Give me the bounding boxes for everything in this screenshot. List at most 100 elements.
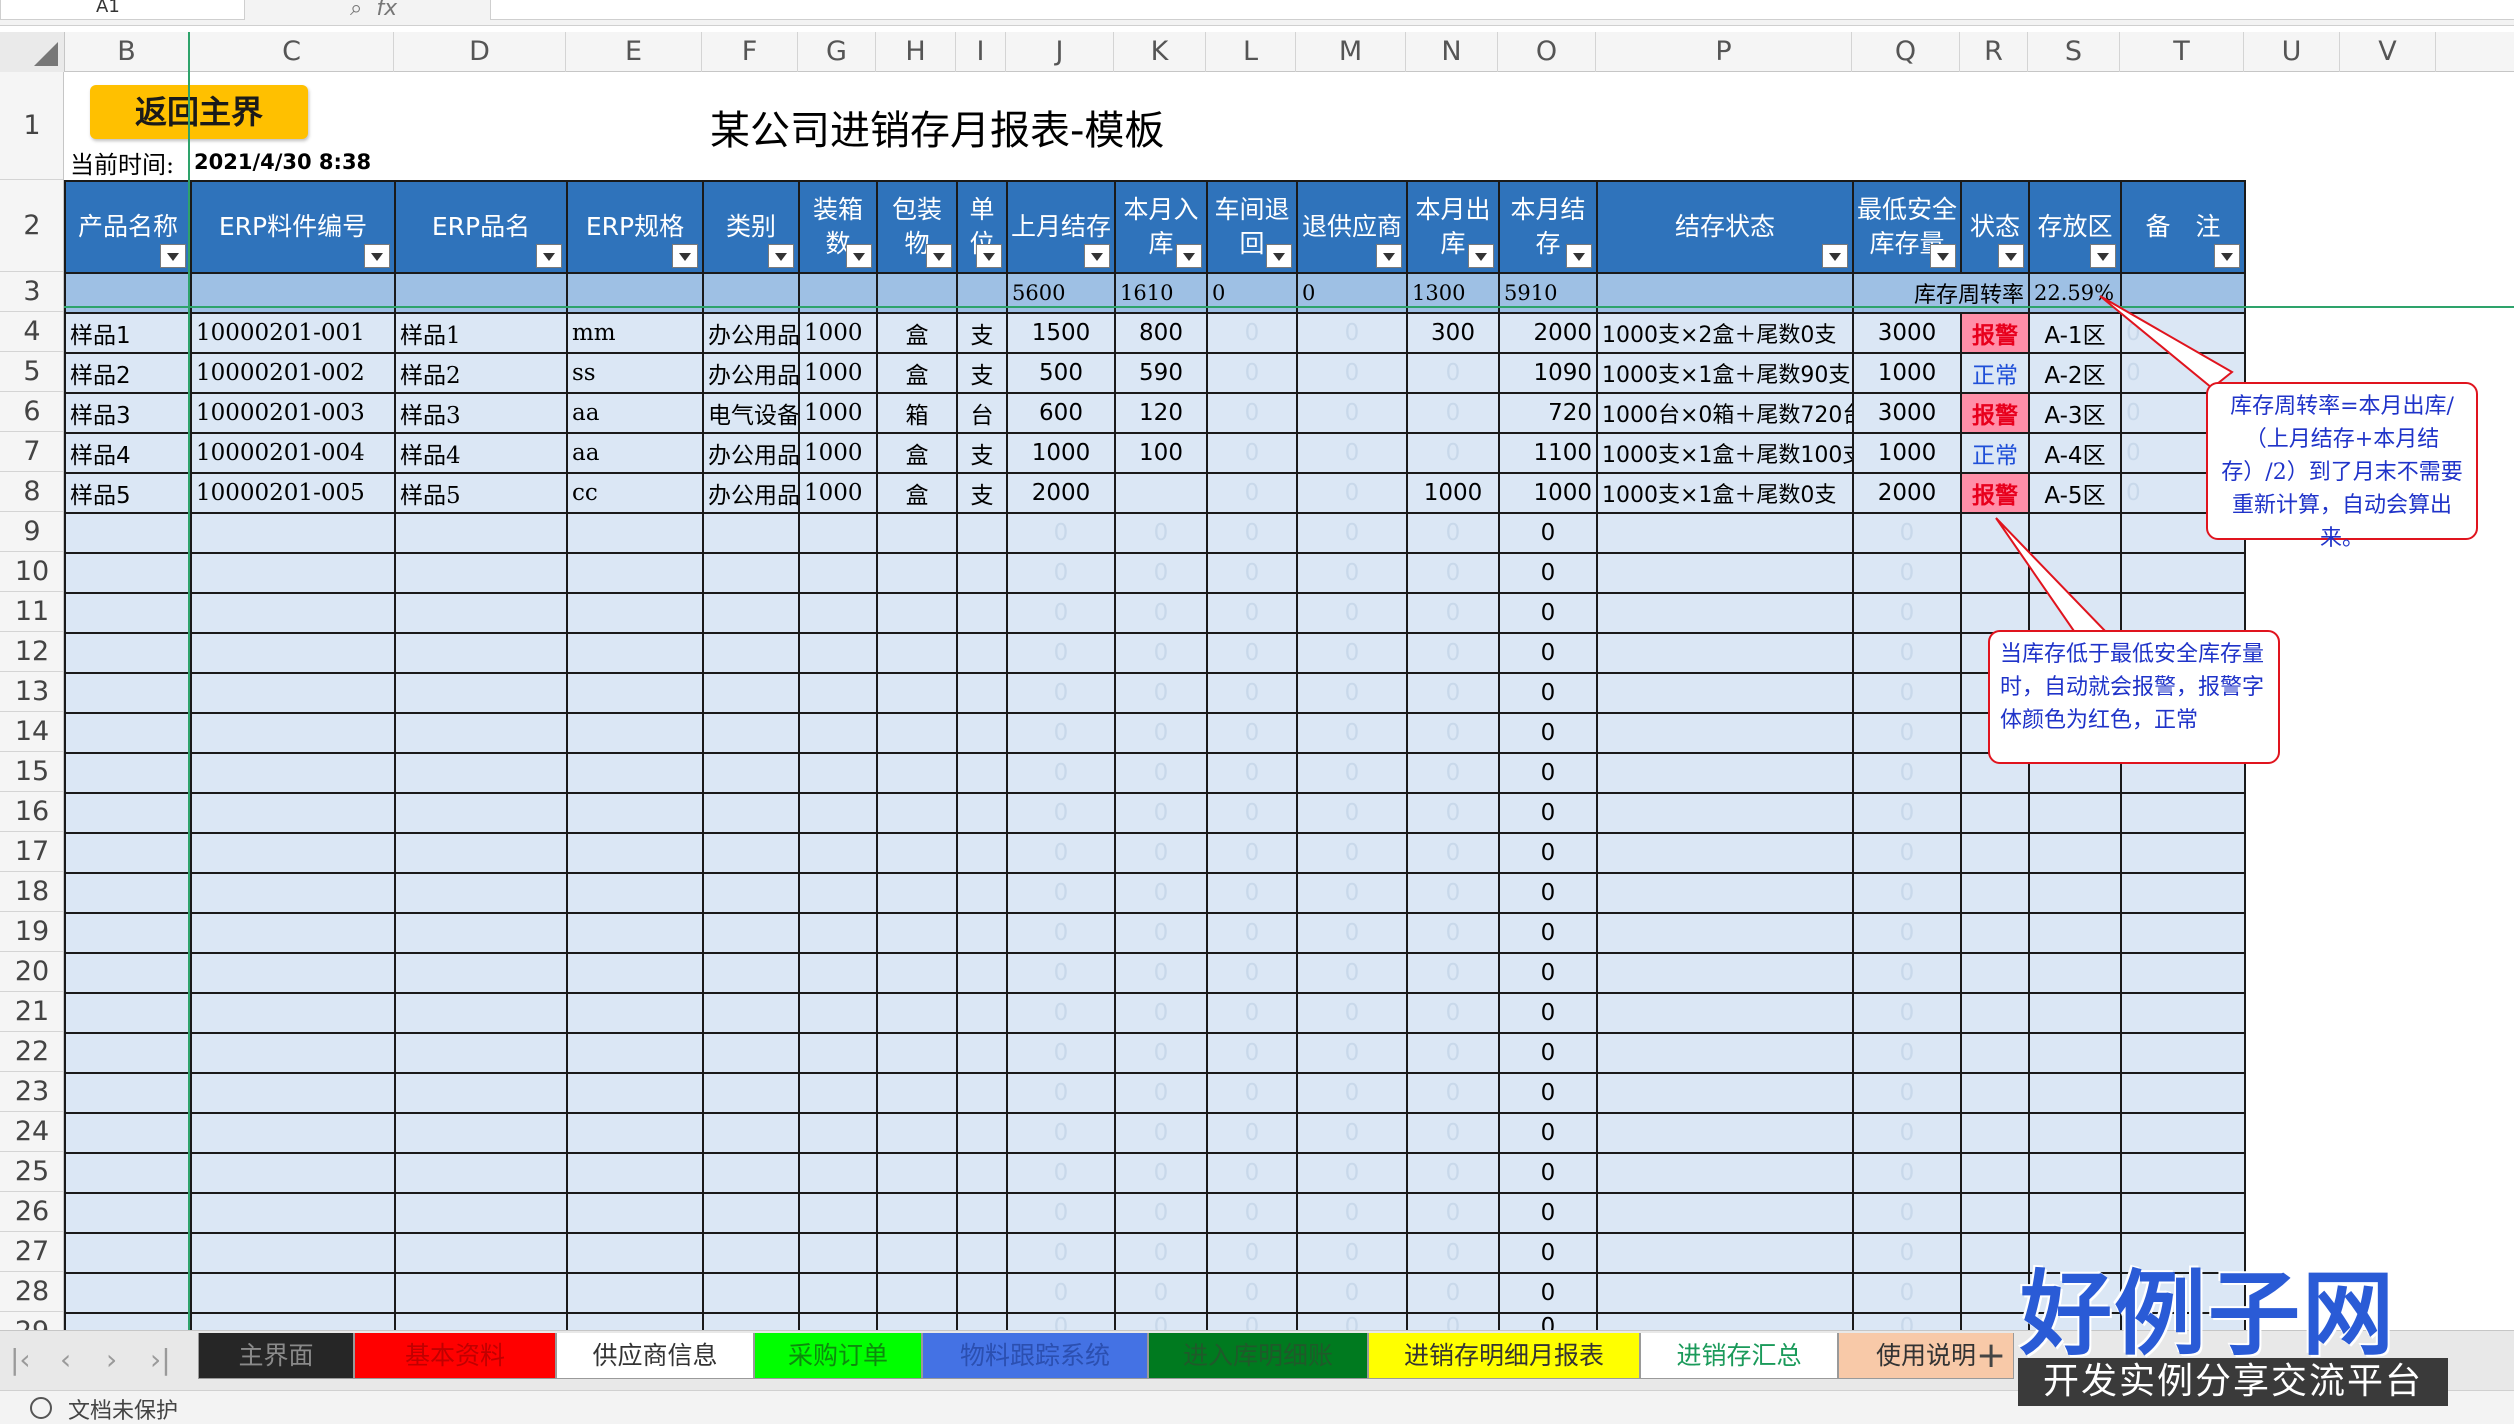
cell[interactable] <box>190 1072 396 1114</box>
cell-unit[interactable]: 支 <box>956 312 1008 354</box>
cell[interactable] <box>2120 952 2246 994</box>
cell[interactable] <box>956 552 1008 594</box>
cell-status[interactable]: 报警 <box>1960 312 2030 354</box>
cell-box-qty[interactable]: 1000 <box>798 472 878 514</box>
header-cell[interactable]: 单位 <box>956 180 1008 274</box>
column-header-v[interactable]: V <box>2340 32 2436 72</box>
header-cell[interactable]: 状态 <box>1960 180 2030 274</box>
cell[interactable]: 0 <box>1296 1072 1408 1114</box>
cell[interactable] <box>2028 1192 2122 1234</box>
cell[interactable] <box>798 1312 878 1330</box>
cell-workshop-return[interactable]: 0 <box>1206 472 1298 514</box>
cell-area[interactable]: A-4区 <box>2028 432 2122 474</box>
row-header-23[interactable]: 23 <box>0 1072 63 1112</box>
cell[interactable]: 0 <box>1852 792 1962 834</box>
column-header-o[interactable]: O <box>1498 32 1596 72</box>
header-cell[interactable]: 本月结存 <box>1498 180 1598 274</box>
cell[interactable]: 0 <box>1114 752 1208 794</box>
cell-package[interactable]: 箱 <box>876 392 958 434</box>
cell-erp-name[interactable]: 样品2 <box>394 352 568 394</box>
cell[interactable]: 0 <box>1852 1272 1962 1314</box>
cell[interactable]: 0 <box>1114 1312 1208 1330</box>
cell-name[interactable]: 样品1 <box>64 312 192 354</box>
cell[interactable]: 0 <box>1852 872 1962 914</box>
cell[interactable]: 0 <box>1114 992 1208 1034</box>
cell[interactable] <box>64 512 192 554</box>
cell[interactable] <box>956 872 1008 914</box>
cell[interactable]: 0 <box>1852 912 1962 954</box>
cell-month-end[interactable]: 1000 <box>1498 472 1598 514</box>
cell[interactable] <box>1596 1232 1854 1274</box>
cell[interactable]: 0 <box>1114 592 1208 634</box>
cell[interactable]: 0 <box>1498 912 1598 954</box>
cell[interactable] <box>1596 992 1854 1034</box>
filter-dropdown-icon[interactable] <box>1376 244 1402 268</box>
cell[interactable] <box>394 992 568 1034</box>
cell[interactable]: 0 <box>1498 712 1598 754</box>
row-header-6[interactable]: 6 <box>0 392 63 432</box>
cell[interactable]: 0 <box>1406 1072 1500 1114</box>
cell[interactable]: 0 <box>1406 1152 1500 1194</box>
fx-icon[interactable]: fx <box>376 0 397 21</box>
cell[interactable] <box>1960 1152 2030 1194</box>
cell[interactable]: 0 <box>1406 1192 1500 1234</box>
cell[interactable] <box>1960 992 2030 1034</box>
column-header-h[interactable]: H <box>876 32 956 72</box>
cell[interactable] <box>956 952 1008 994</box>
cell[interactable] <box>876 712 958 754</box>
cell-name[interactable]: 样品4 <box>64 432 192 474</box>
cell[interactable] <box>1960 1112 2030 1154</box>
cell[interactable] <box>64 752 192 794</box>
cell-erp-name[interactable]: 样品5 <box>394 472 568 514</box>
cell[interactable] <box>566 1032 704 1074</box>
column-header-e[interactable]: E <box>566 32 702 72</box>
cell[interactable]: 0 <box>1406 912 1500 954</box>
cell[interactable] <box>1960 1072 2030 1114</box>
cell[interactable]: 0 <box>1206 912 1298 954</box>
cell-unit[interactable]: 支 <box>956 352 1008 394</box>
cell[interactable] <box>702 1032 800 1074</box>
cell-in-month[interactable] <box>1114 472 1208 514</box>
cell-workshop-return[interactable]: 0 <box>1206 352 1298 394</box>
cell[interactable] <box>2120 992 2246 1034</box>
column-header-s[interactable]: S <box>2028 32 2120 72</box>
cell[interactable] <box>798 912 878 954</box>
cell-month-end[interactable]: 1100 <box>1498 432 1598 474</box>
row-header-13[interactable]: 13 <box>0 672 63 712</box>
cell-name[interactable]: 样品2 <box>64 352 192 394</box>
cell[interactable] <box>702 712 800 754</box>
row-header-15[interactable]: 15 <box>0 752 63 792</box>
cell[interactable]: 0 <box>1006 512 1116 554</box>
cell[interactable]: 0 <box>1114 1072 1208 1114</box>
header-cell[interactable]: 退供应商 <box>1296 180 1408 274</box>
cell[interactable] <box>798 712 878 754</box>
cell-out-month[interactable]: 0 <box>1406 392 1500 434</box>
row-header-10[interactable]: 10 <box>0 552 63 592</box>
cell[interactable] <box>190 752 396 794</box>
cell[interactable] <box>64 592 192 634</box>
cell[interactable] <box>702 832 800 874</box>
filter-dropdown-icon[interactable] <box>1822 244 1848 268</box>
cell[interactable] <box>2028 952 2122 994</box>
cell[interactable] <box>876 632 958 674</box>
cell-min-stock[interactable]: 2000 <box>1852 472 1962 514</box>
add-sheet-button[interactable]: + <box>1976 1335 2006 1376</box>
cell-workshop-return[interactable]: 0 <box>1206 432 1298 474</box>
cell[interactable]: 0 <box>1206 792 1298 834</box>
cell[interactable] <box>956 1152 1008 1194</box>
cell[interactable] <box>876 552 958 594</box>
cell[interactable]: 0 <box>1006 752 1116 794</box>
cell[interactable] <box>566 912 704 954</box>
cell[interactable] <box>1596 1072 1854 1114</box>
cell[interactable]: 0 <box>1206 712 1298 754</box>
cell[interactable] <box>566 992 704 1034</box>
cell[interactable]: 0 <box>1852 1312 1962 1330</box>
cell[interactable]: 0 <box>1114 512 1208 554</box>
cell[interactable]: 0 <box>1406 872 1500 914</box>
cell[interactable]: 0 <box>1114 1232 1208 1274</box>
cell[interactable] <box>798 1232 878 1274</box>
cell-category[interactable]: 办公用品 <box>702 432 800 474</box>
cell[interactable]: 0 <box>1498 1032 1598 1074</box>
cell[interactable]: 0 <box>1006 1032 1116 1074</box>
cell[interactable]: 0 <box>1296 912 1408 954</box>
